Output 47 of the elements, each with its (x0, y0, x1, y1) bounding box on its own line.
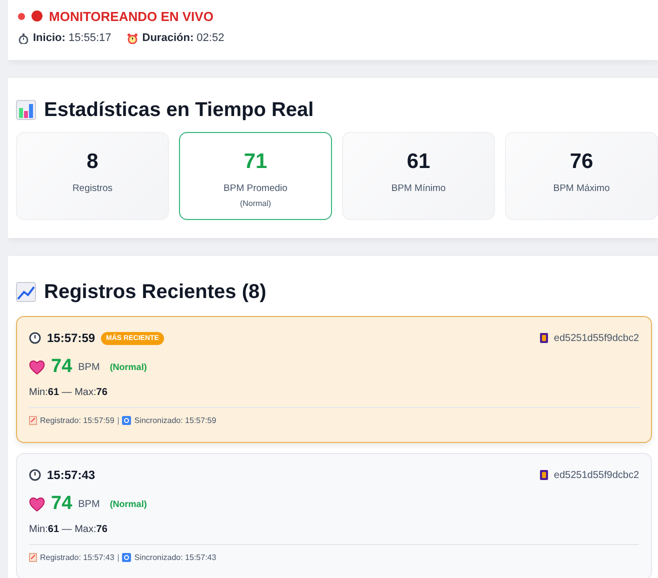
stat-value: 71 (244, 150, 268, 174)
bpm-unit: BPM (78, 362, 100, 372)
bar-chart-icon (16, 100, 36, 120)
section-title: Registros Recientes (8) (44, 280, 266, 304)
record-id: ed5251d55f9dcbc2 (554, 332, 639, 344)
record-icon (31, 10, 43, 22)
separator: | (117, 416, 120, 425)
session-text: Duración: 02:52 (142, 32, 224, 44)
line-chart-icon (16, 282, 36, 302)
record-id: ed5251d55f9dcbc2 (554, 470, 639, 480)
stat-note: (Normal) (240, 199, 272, 208)
stat-value: 61 (406, 150, 430, 174)
record-time: 15:57:43 (47, 468, 96, 482)
bpm-value: 74 (51, 493, 72, 515)
bpm-status: (Normal) (110, 499, 147, 509)
memo-icon (29, 416, 37, 425)
min-max-text: Min:61 — Max:76 (29, 387, 108, 398)
synced-time: Sincronizado: 15:57:59 (134, 416, 216, 425)
sync-icon (122, 553, 132, 562)
section-title: Estadísticas en Tiempo Real (44, 98, 314, 122)
stat-label: BPM Promedio (224, 183, 288, 194)
heart-icon (29, 496, 45, 512)
bpm-unit: BPM (78, 498, 100, 510)
stat-value: 8 (86, 150, 98, 174)
clock-icon (29, 332, 41, 344)
record-time: 15:57:59 (47, 331, 96, 345)
stat-value: 76 (570, 150, 594, 174)
clock-icon (29, 469, 41, 481)
synced-time: Sincronizado: 15:57:43 (134, 553, 216, 562)
min-max-text: Min:61 — Max:76 (29, 524, 108, 535)
memo-icon (29, 553, 37, 562)
session-text: Inicio: 15:55:17 (33, 32, 112, 44)
stat-label: BPM Mínimo (391, 183, 446, 194)
bpm-value: 74 (51, 356, 72, 378)
stat-label: Registros (72, 183, 113, 194)
stat-label: BPM Máximo (553, 183, 610, 194)
notebook-icon (540, 470, 548, 480)
stopwatch-icon (18, 32, 29, 44)
bpm-status: (Normal) (110, 362, 147, 372)
sync-icon (122, 416, 132, 425)
notebook-icon (540, 333, 548, 343)
registered-time: Registrado: 15:57:43 (40, 553, 114, 562)
registered-time: Registrado: 15:57:59 (40, 416, 114, 425)
separator: | (117, 553, 120, 562)
heart-icon (29, 359, 45, 375)
alarm-clock-icon (127, 32, 138, 44)
status-label: MONITOREANDO EN VIVO (49, 8, 214, 24)
